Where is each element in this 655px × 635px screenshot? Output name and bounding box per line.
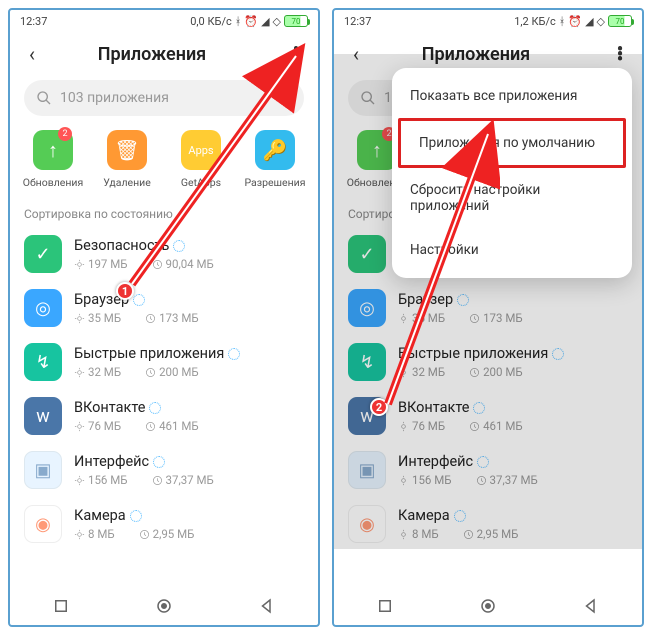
menu-show-all[interactable]: Показать все приложения [392, 74, 632, 118]
alarm-icon: ⏰ [568, 15, 582, 28]
nav-back[interactable] [258, 597, 276, 615]
search-icon [36, 90, 52, 106]
overflow-menu-button[interactable]: ••• [284, 47, 308, 62]
loading-icon [133, 294, 145, 306]
battery-icon: 70 [608, 15, 632, 27]
app-row[interactable]: ✓ Безопасность 197 МБ 90,04 МБ [10, 227, 318, 281]
trash-icon: 🗑 [107, 130, 147, 170]
app-icon: w [24, 397, 62, 435]
page-title: Приложения [20, 44, 284, 65]
status-time: 12:37 [20, 15, 47, 28]
app-name: Камера [74, 507, 126, 524]
search-placeholder: 103 приложения [60, 90, 169, 106]
clock-icon [152, 475, 163, 486]
phone-left: 12:37 0,0 КБ/с ᚼ ⏰ ◢ ◇ 70 ‹ Приложения •… [8, 8, 320, 627]
app-name: ВКонтакте [74, 399, 145, 416]
menu-settings[interactable]: Настройки [392, 228, 632, 272]
annotation-marker-2: 2 [370, 398, 388, 416]
clock-icon [145, 367, 156, 378]
battery-icon: 70 [284, 15, 308, 27]
loading-icon [153, 456, 165, 468]
nav-home[interactable] [155, 597, 173, 615]
menu-reset-prefs[interactable]: Сбросить настройки приложений [392, 168, 632, 228]
status-bar: 12:37 1,2 КБ/с ᚼ ⏰ ◢ ◇ 70 [334, 10, 642, 32]
phone-right: 12:37 1,2 КБ/с ᚼ ⏰ ◢ ◇ 70 ‹ Приложения •… [332, 8, 644, 627]
nav-bar [334, 587, 642, 625]
clock-icon [145, 421, 156, 432]
sort-label: Сортировка по состоянию [24, 207, 173, 221]
clock-icon [145, 313, 156, 324]
action-label: Разрешения [240, 176, 310, 189]
signal-icon: ◢ [261, 15, 269, 28]
title-bar: ‹ Приложения ••• [10, 32, 318, 76]
loading-icon [130, 510, 142, 522]
action-uninstall[interactable]: 🗑 Удаление [92, 130, 162, 189]
app-row[interactable]: w ВКонтакте 76 МБ 461 МБ [10, 389, 318, 443]
getapps-icon: Apps [181, 130, 221, 170]
key-icon: 🔑 [255, 130, 295, 170]
nav-home[interactable] [479, 597, 497, 615]
status-speed: 0,0 КБ/с [190, 15, 232, 28]
chevron-down-icon: ⌄ [177, 207, 187, 221]
status-time: 12:37 [344, 15, 371, 28]
gear-icon [74, 529, 85, 540]
status-icons: 1,2 КБ/с ᚼ ⏰ ◢ ◇ 70 [514, 15, 632, 28]
signal-icon: ◢ [585, 15, 593, 28]
app-name: Быстрые приложения [74, 345, 224, 362]
bluetooth-icon: ᚼ [559, 15, 566, 28]
clock-icon [139, 529, 150, 540]
app-icon: ◎ [24, 289, 62, 327]
app-icon: ▣ [24, 451, 62, 489]
gear-icon [74, 313, 85, 324]
app-icon: ✓ [24, 235, 62, 273]
loading-icon [149, 402, 161, 414]
app-name: Интерфейс [74, 453, 149, 470]
app-row[interactable]: ◎ Браузер 35 МБ 173 МБ [10, 281, 318, 335]
bluetooth-icon: ᚼ [235, 15, 242, 28]
status-icons: 0,0 КБ/с ᚼ ⏰ ◢ ◇ 70 [190, 15, 308, 28]
search-input[interactable]: 103 приложения [24, 80, 304, 116]
action-label: Обновления [18, 176, 88, 189]
app-row[interactable]: ▣ Интерфейс 156 МБ 37,37 МБ [10, 443, 318, 497]
gear-icon [74, 421, 85, 432]
app-icon: ↯ [24, 343, 62, 381]
dimmed-layer: ‹ Приложения ••• 103 приложения ↑ 2 Обно… [334, 32, 642, 587]
overflow-menu: Показать все приложения Приложения по ум… [392, 68, 632, 278]
nav-bar [10, 587, 318, 625]
action-permissions[interactable]: 🔑 Разрешения [240, 130, 310, 189]
gear-icon [74, 475, 85, 486]
clock-icon [152, 259, 163, 270]
status-speed: 1,2 КБ/с [514, 15, 556, 28]
menu-default-apps[interactable]: Приложения по умолчанию [398, 118, 626, 168]
alarm-icon: ⏰ [244, 15, 258, 28]
app-row[interactable]: ↯ Быстрые приложения 32 МБ 200 МБ [10, 335, 318, 389]
nav-back[interactable] [582, 597, 600, 615]
annotation-marker-1: 1 [116, 282, 134, 300]
loading-icon [228, 348, 240, 360]
status-bar: 12:37 0,0 КБ/с ᚼ ⏰ ◢ ◇ 70 [10, 10, 318, 32]
app-icon: ◉ [24, 505, 62, 543]
loading-icon [173, 240, 185, 252]
action-updates[interactable]: ↑ 2 Обновления [18, 130, 88, 189]
sort-dropdown[interactable]: Сортировка по состоянию ⌄ [10, 197, 318, 227]
nav-recent[interactable] [376, 597, 394, 615]
gear-icon [74, 367, 85, 378]
app-name: Безопасность [74, 237, 169, 254]
action-label: Удаление [92, 176, 162, 189]
app-list: ✓ Безопасность 197 МБ 90,04 МБ ◎ Браузер… [10, 227, 318, 587]
nav-recent[interactable] [52, 597, 70, 615]
gear-icon [74, 259, 85, 270]
action-getapps[interactable]: Apps GetApps [166, 130, 236, 189]
wifi-icon: ◇ [273, 15, 281, 28]
actions-row: ↑ 2 Обновления 🗑 Удаление Apps GetApps 🔑… [10, 120, 318, 197]
wifi-icon: ◇ [597, 15, 605, 28]
action-label: GetApps [166, 176, 236, 189]
app-row[interactable]: ◉ Камера 8 МБ 2,95 МБ [10, 497, 318, 551]
updates-badge: 2 [58, 127, 72, 141]
